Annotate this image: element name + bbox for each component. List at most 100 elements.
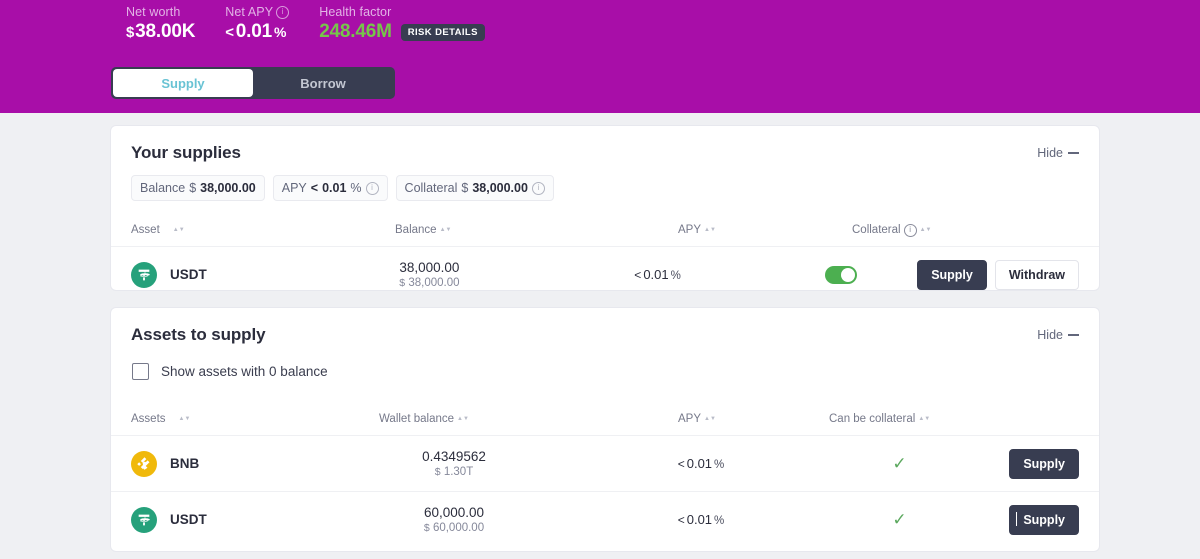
balance-amount: 0.4349562 (422, 448, 486, 464)
toggle-knob (840, 267, 855, 282)
net-worth-label: Net worth (126, 5, 181, 19)
hide-label: Hide (1037, 146, 1063, 160)
apy-value: <0.01% (677, 511, 725, 527)
chip-apy-value: 0.01 (322, 181, 347, 195)
info-icon[interactable]: i (365, 181, 379, 195)
health-factor-value: 248.46M (319, 21, 392, 42)
chip-balance-label: Balance (140, 181, 186, 195)
supply-borrow-tabs[interactable]: Supply Borrow (111, 67, 395, 99)
show-zero-balance-checkbox[interactable] (132, 363, 149, 380)
sort-icon[interactable]: ▲▼ (440, 227, 452, 233)
apy-cell: <0.01% (550, 266, 764, 284)
column-header-asset[interactable]: Asset ▲▼ (131, 223, 323, 237)
balance-usd: $ 1.30T (434, 465, 474, 478)
sort-icon[interactable]: ▲▼ (173, 227, 185, 233)
apy-cell: <0.01% (585, 455, 817, 473)
balance-amount: 60,000.00 (423, 504, 485, 520)
show-zero-balance-label: Show assets with 0 balance (161, 364, 328, 379)
balance-usd: $ 60,000.00 (423, 521, 485, 534)
chip-balance-value: 38,000.00 (200, 181, 256, 195)
info-icon[interactable]: i (531, 181, 545, 195)
percent-symbol: % (273, 24, 287, 40)
assets-table-header: Assets ▲▼ Wallet balance ▲▼ APY ▲▼ Can b… (111, 402, 1099, 436)
tab-borrow[interactable]: Borrow (253, 69, 393, 97)
health-factor-label: Health factor (319, 5, 392, 19)
table-row: BNB 0.4349562 $ 1.30T <0.01% ✓ Supply (111, 436, 1099, 492)
supplies-summary-chips: Balance $ 38,000.00 APY < 0.01 % i Colla… (111, 163, 1099, 201)
wallet-balance-cell: 60,000.00 $ 60,000.00 (323, 504, 585, 536)
minus-icon (1068, 334, 1079, 336)
hide-supplies-button[interactable]: Hide (1037, 146, 1079, 160)
minus-icon (1068, 152, 1079, 154)
header-metrics: Net worth $ 38.00K Net APY i < 0.01 % He… (0, 0, 1200, 44)
show-zero-balance-row[interactable]: Show assets with 0 balance (111, 345, 1099, 380)
balance-amount: 38,000.00 (399, 259, 460, 275)
column-header-apy[interactable]: APY ▲▼ (585, 412, 817, 426)
column-header-assets[interactable]: Assets ▲▼ (131, 412, 323, 426)
sort-icon[interactable]: ▲▼ (457, 416, 469, 422)
column-header-apy[interactable]: APY ▲▼ (585, 223, 817, 237)
assets-to-supply-card: Assets to supply Hide Show assets with 0… (110, 307, 1100, 552)
chip-apy-prefix: < (310, 181, 319, 195)
net-apy-value: < 0.01 % (225, 21, 289, 44)
column-header-collateral[interactable]: Collateral i ▲▼ (817, 223, 982, 237)
column-header-balance[interactable]: Balance ▲▼ (323, 223, 585, 237)
sort-icon[interactable]: ▲▼ (704, 227, 716, 233)
balance-cell: 38,000.00 $ 38,000.00 (308, 259, 550, 291)
chip-collateral-value: 38,000.00 (472, 181, 528, 195)
your-supplies-header: Your supplies Hide (111, 126, 1099, 163)
column-header-can-be-collateral[interactable]: Can be collateral ▲▼ (817, 412, 982, 426)
chip-collateral-label: Collateral (404, 181, 458, 195)
asset-name: USDT (170, 267, 207, 282)
asset-cell: USDT (131, 506, 323, 533)
balance-usd: $ 38,000.00 (399, 276, 460, 289)
chip-collateral: Collateral $ 38,000.00 i (395, 175, 554, 201)
row-actions: Supply (982, 504, 1079, 535)
page-title: Your supplies (131, 143, 241, 162)
net-worth-amount: 38.00K (135, 21, 196, 42)
your-supplies-card: Your supplies Hide Balance $ 38,000.00 A… (110, 125, 1100, 291)
collateral-cell (765, 265, 917, 284)
metric-net-apy: Net APY i < 0.01 % (225, 4, 290, 44)
app-header: Net worth $ 38.00K Net APY i < 0.01 % He… (0, 0, 1200, 113)
column-header-wallet-balance[interactable]: Wallet balance ▲▼ (323, 412, 585, 426)
info-icon[interactable]: i (276, 5, 290, 19)
apy-value: <0.01% (677, 455, 725, 471)
chip-apy-label: APY (281, 181, 307, 195)
sort-icon[interactable]: ▲▼ (179, 416, 191, 422)
section-title: Assets to supply (131, 325, 266, 344)
asset-name: USDT (170, 512, 207, 527)
row-actions: Supply (982, 448, 1079, 479)
hide-label: Hide (1037, 328, 1063, 342)
metric-health-factor: Health factor 248.46M RISK DETAILS (319, 4, 485, 43)
chip-apy: APY < 0.01 % i (272, 175, 388, 201)
net-apy-amount: 0.01 (235, 21, 272, 42)
currency-symbol: $ (126, 24, 135, 41)
check-icon: ✓ (892, 510, 907, 529)
table-row: USDT 38,000.00 $ 38,000.00 <0.01% Supply… (111, 247, 1099, 302)
supply-button[interactable]: Supply (1009, 504, 1079, 535)
collateral-toggle[interactable] (824, 265, 857, 284)
sort-icon[interactable]: ▲▼ (920, 227, 932, 233)
risk-details-button[interactable]: RISK DETAILS (400, 23, 485, 41)
chip-collateral-symbol: $ (461, 181, 469, 195)
supply-button[interactable]: Supply (917, 259, 987, 290)
tab-supply[interactable]: Supply (113, 69, 253, 97)
info-icon[interactable]: i (903, 223, 917, 237)
row-actions: Supply Withdraw (917, 259, 1079, 290)
sort-icon[interactable]: ▲▼ (704, 416, 716, 422)
chip-balance-symbol: $ (189, 181, 197, 195)
usdt-icon (131, 506, 157, 533)
supplies-table-header: Asset ▲▼ Balance ▲▼ APY ▲▼ Collateral i … (111, 213, 1099, 247)
table-row: USDT 60,000.00 $ 60,000.00 <0.01% ✓ Supp… (111, 492, 1099, 547)
net-worth-value: $ 38.00K (126, 21, 195, 44)
wallet-balance-cell: 0.4349562 $ 1.30T (323, 448, 585, 480)
supply-button[interactable]: Supply (1009, 448, 1079, 479)
withdraw-button[interactable]: Withdraw (994, 259, 1079, 290)
health-factor-row: 248.46M RISK DETAILS (319, 21, 485, 43)
can-be-collateral-cell: ✓ (817, 511, 982, 528)
hide-assets-button[interactable]: Hide (1037, 328, 1079, 342)
sort-icon[interactable]: ▲▼ (918, 416, 930, 422)
asset-name: BNB (170, 456, 200, 471)
apy-cell: <0.01% (585, 511, 817, 529)
